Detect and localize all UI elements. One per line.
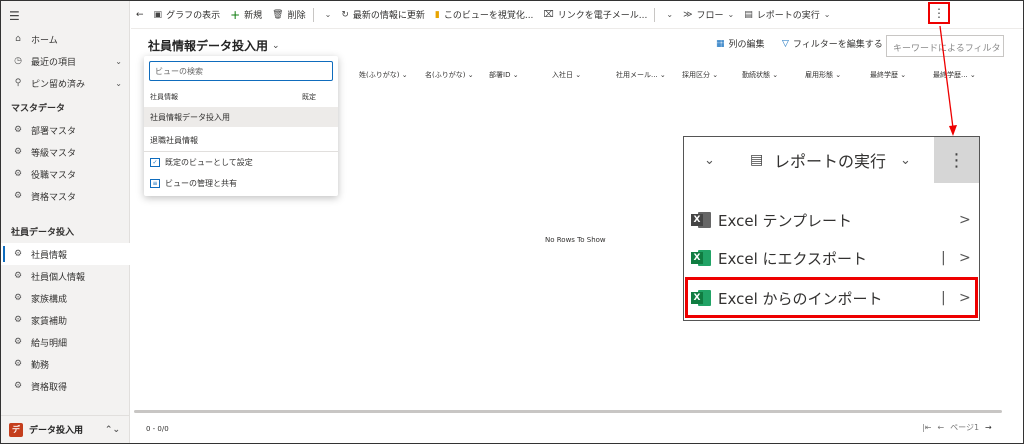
callout-arrow bbox=[939, 25, 957, 136]
